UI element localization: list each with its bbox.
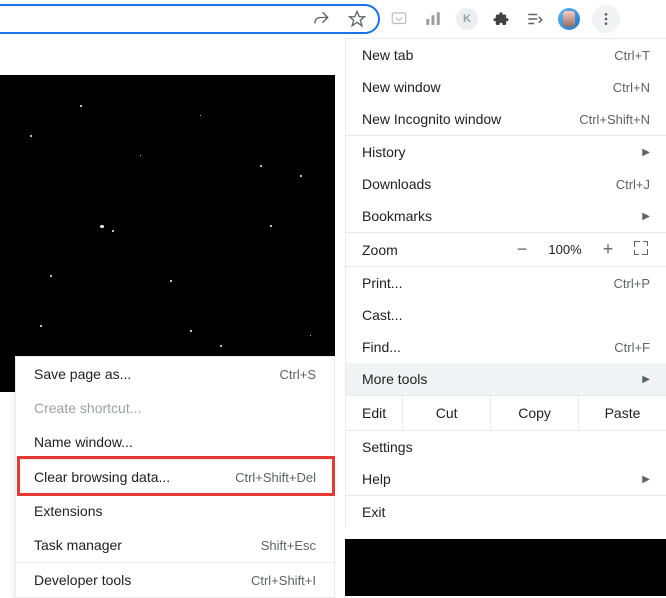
menu-new-tab[interactable]: New tab Ctrl+T — [346, 39, 666, 71]
menu-exit[interactable]: Exit — [346, 496, 666, 528]
menu-label: Cast... — [362, 307, 650, 323]
menu-label: New tab — [362, 47, 614, 63]
menu-settings[interactable]: Settings — [346, 431, 666, 463]
menu-help[interactable]: Help ▶ — [346, 463, 666, 495]
menu-history[interactable]: History ▶ — [346, 136, 666, 168]
menu-label: New window — [362, 79, 613, 95]
edit-cut[interactable]: Cut — [402, 396, 490, 430]
night-sky-image — [0, 75, 335, 392]
menu-print[interactable]: Print... Ctrl+P — [346, 267, 666, 299]
menu-new-incognito[interactable]: New Incognito window Ctrl+Shift+N — [346, 103, 666, 135]
extension-pocket-icon[interactable] — [388, 8, 410, 30]
zoom-out-button[interactable]: − — [504, 239, 540, 260]
menu-label: Help — [362, 471, 634, 487]
menu-downloads[interactable]: Downloads Ctrl+J — [346, 168, 666, 200]
submenu-developer-tools[interactable]: Developer tools Ctrl+Shift+I — [16, 563, 334, 597]
menu-shortcut: Ctrl+P — [614, 276, 650, 291]
zoom-label: Zoom — [362, 242, 504, 258]
submenu-extensions[interactable]: Extensions — [16, 494, 334, 528]
menu-shortcut: Ctrl+F — [614, 340, 650, 355]
menu-label: Print... — [362, 275, 614, 291]
menu-find[interactable]: Find... Ctrl+F — [346, 331, 666, 363]
submenu-arrow-icon: ▶ — [642, 474, 650, 485]
menu-label: Exit — [362, 504, 650, 520]
menu-shortcut: Ctrl+J — [616, 177, 650, 192]
profile-avatar[interactable] — [558, 8, 580, 30]
extension-analytics-icon[interactable] — [422, 8, 444, 30]
submenu-name-window[interactable]: Name window... — [16, 425, 334, 459]
submenu-create-shortcut: Create shortcut... — [16, 391, 334, 425]
reading-list-icon[interactable] — [524, 8, 546, 30]
menu-label: New Incognito window — [362, 111, 579, 127]
submenu-label: Task manager — [34, 537, 261, 553]
menu-bookmarks[interactable]: Bookmarks ▶ — [346, 200, 666, 232]
zoom-percentage: 100% — [540, 242, 590, 257]
extension-k-icon[interactable]: K — [456, 8, 478, 30]
edit-paste[interactable]: Paste — [578, 396, 666, 430]
bookmark-star-icon[interactable] — [346, 8, 368, 30]
address-bar[interactable] — [0, 4, 380, 34]
menu-label: Find... — [362, 339, 614, 355]
menu-label: Bookmarks — [362, 208, 634, 224]
menu-label: More tools — [362, 371, 634, 387]
submenu-shortcut: Ctrl+S — [280, 367, 316, 382]
share-icon[interactable] — [310, 8, 332, 30]
submenu-label: Developer tools — [34, 572, 251, 588]
menu-shortcut: Ctrl+N — [613, 80, 650, 95]
submenu-clear-browsing-data[interactable]: Clear browsing data... Ctrl+Shift+Del — [16, 460, 334, 494]
browser-toolbar: K — [0, 0, 666, 38]
submenu-arrow-icon: ▶ — [642, 211, 650, 222]
submenu-save-page[interactable]: Save page as... Ctrl+S — [16, 357, 334, 391]
more-tools-submenu: Save page as... Ctrl+S Create shortcut..… — [15, 356, 335, 598]
menu-new-window[interactable]: New window Ctrl+N — [346, 71, 666, 103]
submenu-label: Clear browsing data... — [34, 469, 235, 485]
night-sky-image-continued — [345, 539, 666, 596]
submenu-label: Extensions — [34, 503, 316, 519]
menu-label: Settings — [362, 439, 650, 455]
edit-copy[interactable]: Copy — [490, 396, 578, 430]
submenu-shortcut: Shift+Esc — [261, 538, 316, 553]
menu-cast[interactable]: Cast... — [346, 299, 666, 331]
chrome-main-menu: New tab Ctrl+T New window Ctrl+N New Inc… — [345, 38, 666, 528]
fullscreen-button[interactable] — [626, 241, 656, 258]
menu-edit-row: Edit Cut Copy Paste — [346, 396, 666, 431]
submenu-shortcut: Ctrl+Shift+Del — [235, 470, 316, 485]
menu-more-tools[interactable]: More tools ▶ — [346, 363, 666, 395]
submenu-shortcut: Ctrl+Shift+I — [251, 573, 316, 588]
menu-zoom-row: Zoom − 100% + — [346, 233, 666, 267]
extension-icons: K — [388, 5, 624, 33]
menu-shortcut: Ctrl+T — [614, 48, 650, 63]
menu-label: Downloads — [362, 176, 616, 192]
submenu-arrow-icon: ▶ — [642, 374, 650, 385]
submenu-arrow-icon: ▶ — [642, 147, 650, 158]
edit-label: Edit — [346, 396, 402, 430]
chrome-menu-button[interactable] — [592, 5, 620, 33]
submenu-label: Save page as... — [34, 366, 280, 382]
submenu-task-manager[interactable]: Task manager Shift+Esc — [16, 528, 334, 562]
extensions-puzzle-icon[interactable] — [490, 8, 512, 30]
zoom-in-button[interactable]: + — [590, 239, 626, 260]
menu-shortcut: Ctrl+Shift+N — [579, 112, 650, 127]
menu-label: History — [362, 144, 634, 160]
submenu-label: Create shortcut... — [34, 400, 316, 416]
submenu-label: Name window... — [34, 434, 316, 450]
